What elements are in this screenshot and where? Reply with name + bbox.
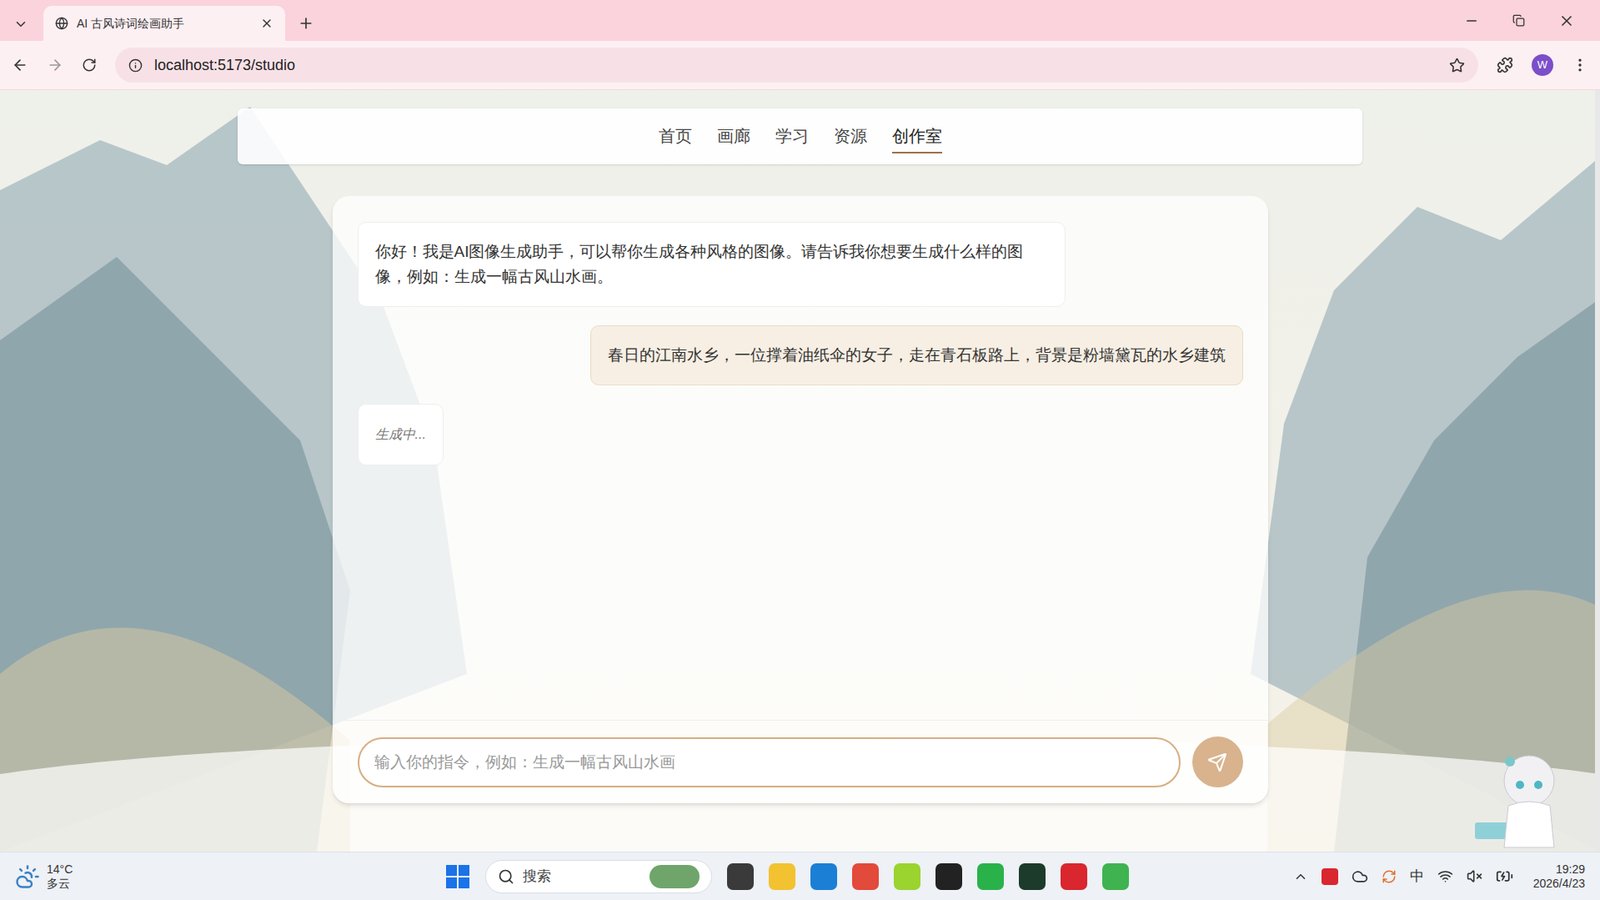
extensions-icon[interactable] bbox=[1496, 56, 1514, 74]
profile-avatar[interactable]: W bbox=[1531, 54, 1554, 76]
send-button[interactable] bbox=[1192, 736, 1244, 788]
scrollbar[interactable] bbox=[1594, 90, 1600, 852]
onedrive-icon[interactable] bbox=[1351, 867, 1369, 885]
address-bar[interactable]: localhost:5173/studio bbox=[115, 47, 1479, 83]
time: 19:29 bbox=[1555, 862, 1585, 877]
clock[interactable]: 19:292026/4/23 bbox=[1533, 862, 1585, 891]
nav-item[interactable]: 首页 bbox=[658, 120, 693, 154]
search-icon bbox=[497, 867, 515, 885]
taskbar-app-icon[interactable] bbox=[810, 862, 838, 890]
date: 2026/4/23 bbox=[1533, 876, 1585, 891]
chevron-down-icon bbox=[13, 16, 29, 32]
new-tab-button[interactable] bbox=[293, 5, 319, 41]
tab-title: AI 古风诗词绘画助手 bbox=[76, 15, 252, 33]
taskbar-app-icon[interactable] bbox=[977, 862, 1004, 890]
forward-icon[interactable] bbox=[46, 56, 64, 74]
assistant-message: 你好！我是AI图像生成助手，可以帮你生成各种风格的图像。请告诉我你想要生成什么样… bbox=[357, 221, 1066, 307]
weather-icon bbox=[15, 863, 41, 889]
weather-widget[interactable]: 14°C多云 bbox=[15, 862, 266, 891]
nav-item[interactable]: 创作室 bbox=[892, 120, 943, 154]
tray-overflow-icon[interactable] bbox=[1293, 868, 1309, 884]
back-icon[interactable] bbox=[11, 56, 29, 74]
menu-icon[interactable] bbox=[1571, 56, 1589, 74]
taskbar-app-icon[interactable] bbox=[727, 862, 754, 890]
close-tab-icon[interactable] bbox=[260, 16, 274, 31]
nav-item[interactable]: 学习 bbox=[775, 120, 809, 154]
tab-list-button[interactable] bbox=[8, 7, 34, 41]
address-text: localhost:5173/studio bbox=[154, 54, 296, 77]
tab-strip: AI 古风诗词绘画助手 bbox=[0, 0, 1600, 41]
minimize-icon[interactable] bbox=[1464, 13, 1480, 29]
prompt-input[interactable] bbox=[357, 737, 1181, 788]
restore-icon[interactable] bbox=[1512, 14, 1525, 27]
nav-bar: 首页画廊学习资源创作室 bbox=[237, 108, 1363, 165]
sync-icon[interactable] bbox=[1381, 868, 1397, 884]
wps-tray-icon[interactable] bbox=[1321, 867, 1339, 885]
mascot-character[interactable] bbox=[1466, 742, 1584, 852]
volume-muted-icon[interactable] bbox=[1466, 867, 1483, 884]
taskbar-app-icon[interactable] bbox=[1018, 862, 1046, 890]
input-area bbox=[332, 719, 1269, 803]
ime-indicator[interactable]: 中 bbox=[1409, 865, 1425, 888]
temperature: 14°C bbox=[46, 862, 73, 877]
message-list: 你好！我是AI图像生成助手，可以帮你生成各种风格的图像。请告诉我你想要生成什么样… bbox=[332, 195, 1269, 720]
taskbar-app-icon[interactable] bbox=[1102, 862, 1129, 890]
plus-icon bbox=[297, 15, 315, 32]
bookmark-icon[interactable] bbox=[1449, 57, 1465, 74]
battery-icon[interactable] bbox=[1495, 867, 1514, 885]
wifi-icon[interactable] bbox=[1437, 867, 1454, 884]
send-icon bbox=[1207, 752, 1228, 773]
chat-card: 你好！我是AI图像生成助手，可以帮你生成各种风格的图像。请告诉我你想要生成什么样… bbox=[332, 195, 1269, 803]
reload-icon[interactable] bbox=[81, 57, 97, 73]
globe-icon bbox=[55, 16, 69, 31]
taskbar-app-icon[interactable] bbox=[768, 862, 796, 890]
user-message: 春日的江南水乡，一位撑着油纸伞的女子，走在青石板路上，背景是粉墙黛瓦的水乡建筑 bbox=[590, 325, 1244, 386]
windows-start-icon[interactable] bbox=[445, 863, 471, 889]
close-window-icon[interactable] bbox=[1558, 12, 1575, 30]
screen: AI 古风诗词绘画助手 localhost:5173/studio W 首页画廊学习资… bbox=[0, 0, 1600, 900]
site-info-icon[interactable] bbox=[128, 58, 143, 73]
taskbar-app-icon[interactable] bbox=[852, 862, 879, 890]
browser-tab[interactable]: AI 古风诗词绘画助手 bbox=[43, 5, 286, 41]
page: 首页画廊学习资源创作室你好！我是AI图像生成助手，可以帮你生成各种风格的图像。请… bbox=[0, 90, 1600, 852]
taskbar-app-icon[interactable] bbox=[1060, 862, 1088, 890]
taskbar-search[interactable]: 搜索 bbox=[485, 859, 713, 893]
nav-item[interactable]: 资源 bbox=[833, 120, 868, 154]
taskbar-app-icon[interactable] bbox=[935, 862, 963, 890]
taskbar-app-icon[interactable] bbox=[893, 862, 921, 890]
nav-item[interactable]: 画廊 bbox=[717, 120, 751, 154]
search-highlight-image bbox=[649, 864, 700, 888]
taskbar: 14°C多云 搜索 中 19:292026/4/23 bbox=[0, 851, 1600, 900]
search-label: 搜索 bbox=[522, 865, 642, 888]
pending-message: 生成中... bbox=[357, 403, 444, 466]
weather-condition: 多云 bbox=[46, 876, 73, 891]
toolbar: localhost:5173/studio W bbox=[0, 40, 1600, 91]
